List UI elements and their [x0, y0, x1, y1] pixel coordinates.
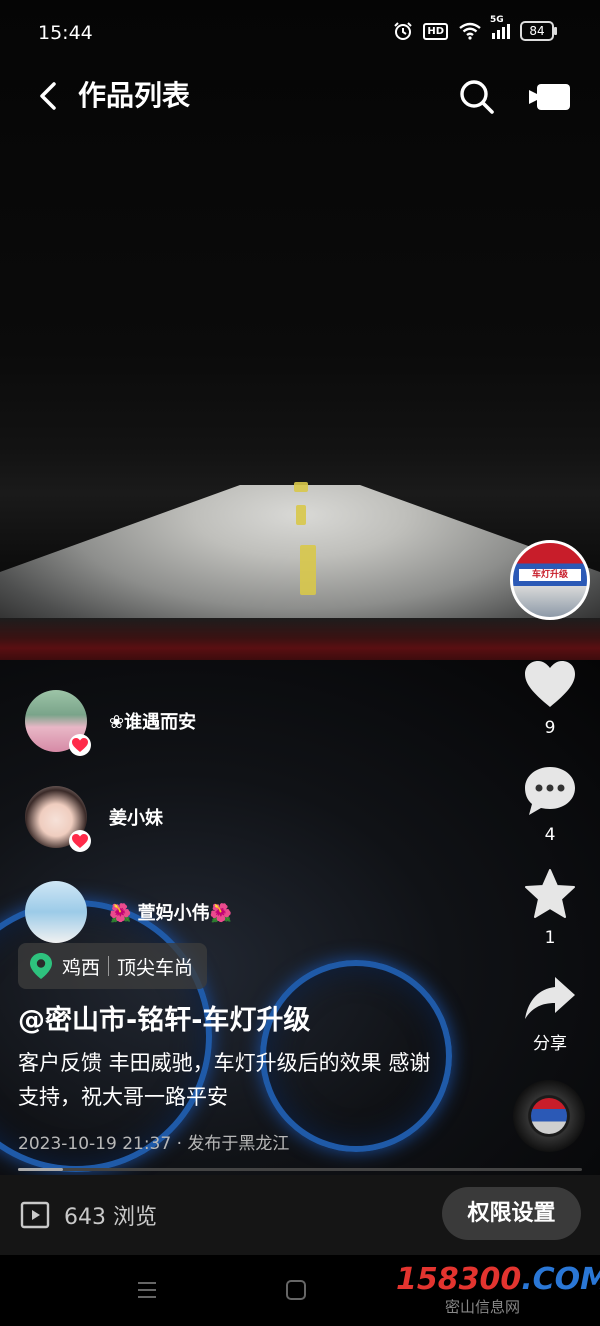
- liker-name: 🌺 萱妈小伟🌺: [109, 903, 233, 924]
- avatar: [25, 786, 91, 852]
- location-place: 顶尖车尚: [117, 956, 194, 979]
- post-description: 客户反馈 丰田威驰，车灯升级后的效果 感谢支持，祝大哥一路平安: [18, 1051, 431, 1109]
- liker-item[interactable]: 姜小妹: [25, 785, 163, 852]
- search-icon[interactable]: [456, 76, 496, 116]
- video-progress-bar[interactable]: [18, 1168, 582, 1171]
- liker-item[interactable]: ❀谁遇而安: [25, 689, 197, 756]
- alarm-icon: [394, 22, 413, 40]
- status-time: 15:44: [38, 22, 93, 44]
- like-count: 9: [544, 718, 556, 738]
- favorite-count: 1: [544, 928, 556, 948]
- road-marking: [300, 545, 316, 595]
- divider: [108, 956, 110, 976]
- comment-button[interactable]: 4: [520, 765, 580, 845]
- comment-icon: [525, 767, 575, 815]
- heart-icon: [69, 734, 91, 756]
- views-count: 643 浏览: [64, 1205, 157, 1230]
- music-cover: [531, 1098, 567, 1134]
- road-marking: [294, 482, 308, 492]
- location-city: 鸡西: [62, 956, 101, 979]
- watermark-logo: 158300.COM: [396, 1262, 600, 1297]
- star-icon: [525, 869, 575, 918]
- author-avatar[interactable]: 车灯升级: [510, 540, 590, 620]
- heart-icon: [525, 661, 575, 707]
- views-indicator: 643 浏览: [20, 1199, 157, 1231]
- progress-fill: [18, 1168, 64, 1171]
- like-button[interactable]: 9: [520, 660, 580, 738]
- network-type: 5G: [490, 15, 504, 25]
- watermark-suffix: .COM: [521, 1262, 600, 1297]
- share-icon: [525, 977, 575, 1019]
- share-button[interactable]: 分享: [520, 975, 580, 1054]
- play-square-icon: [20, 1201, 50, 1229]
- music-disc[interactable]: [513, 1080, 585, 1152]
- battery-icon: 84: [520, 21, 557, 41]
- permission-settings-button[interactable]: 权限设置: [442, 1187, 581, 1240]
- menu-icon[interactable]: [136, 1279, 158, 1301]
- battery-level: 84: [529, 24, 545, 38]
- road-marking: [296, 505, 306, 525]
- signal-icon: 5G: [490, 15, 510, 39]
- post-meta: 2023-10-19 21:37 · 发布于黑龙江: [18, 1134, 290, 1154]
- page-title: 作品列表: [78, 79, 191, 112]
- liker-name: ❀谁遇而安: [109, 712, 197, 733]
- shop-sign-text: 车灯升级: [519, 569, 581, 581]
- avatar: [25, 690, 91, 756]
- bottom-bar: 643 浏览 权限设置: [0, 1175, 600, 1255]
- liker-name: 姜小妹: [109, 808, 163, 829]
- top-header: 作品列表: [0, 68, 600, 128]
- wifi-icon: [459, 22, 481, 40]
- watermark-main: 158300: [396, 1262, 522, 1297]
- location-tag[interactable]: 鸡西 顶尖车尚: [18, 943, 208, 989]
- home-icon[interactable]: [285, 1279, 307, 1301]
- heart-icon: [69, 830, 91, 852]
- hd-badge: HD: [423, 22, 448, 40]
- share-label: 分享: [533, 1034, 567, 1054]
- avatar: [25, 881, 87, 943]
- watermark-subtitle: 密山信息网: [445, 1298, 521, 1316]
- location-pin-icon: [30, 953, 52, 979]
- liker-item[interactable]: 🌺 萱妈小伟🌺: [25, 880, 232, 944]
- status-icons: HD 5G 84: [393, 15, 557, 41]
- favorite-button[interactable]: 1: [520, 868, 580, 948]
- chevron-left-icon[interactable]: [34, 78, 70, 114]
- status-bar: 15:44 HD 5G 84: [0, 0, 600, 68]
- comment-count: 4: [544, 825, 556, 845]
- video-camera-icon[interactable]: [528, 78, 572, 114]
- author-name[interactable]: @密山市-铭轩-车灯升级: [18, 998, 310, 1037]
